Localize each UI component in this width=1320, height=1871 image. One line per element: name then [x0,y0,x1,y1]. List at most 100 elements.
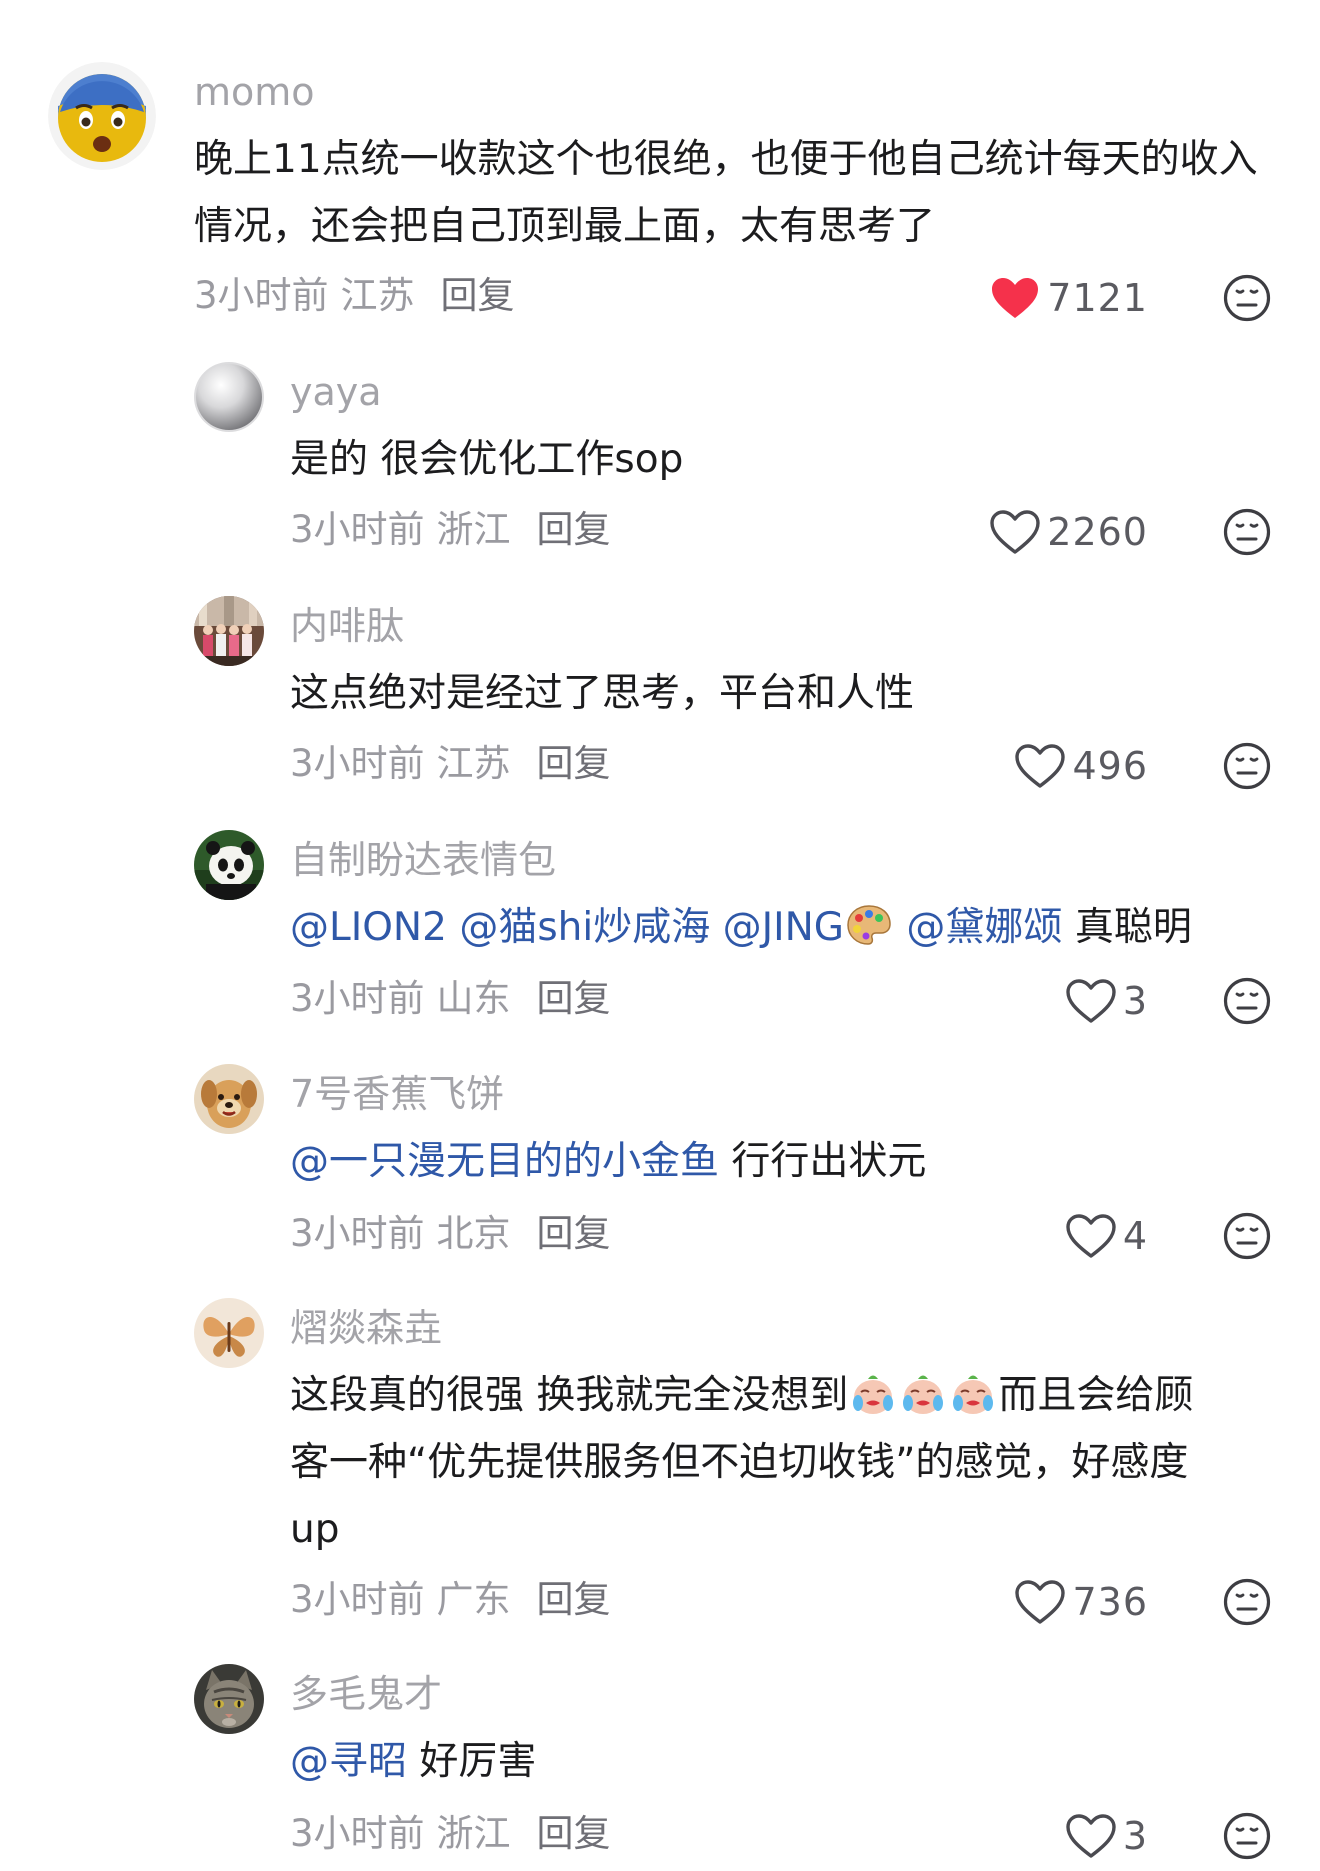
like-button[interactable]: 7121 [978,270,1148,326]
comment-meta: 3小时前 浙江 回复 [290,1810,611,1858]
panda-avatar-icon [194,830,264,900]
heart-outline-icon [1065,1213,1117,1259]
avatar[interactable] [194,1064,264,1134]
dislike-face-icon[interactable] [1222,1577,1272,1627]
crying-face-emoji-icon [848,1370,898,1416]
reply-button[interactable]: 回复 [441,274,515,317]
comment-meta: 3小时前 广东 回复 [290,1576,611,1624]
comment-text-part: up [290,1507,340,1552]
username[interactable]: 7号香蕉飞饼 [290,1070,504,1118]
heart-filled-icon [989,275,1041,321]
comment-time: 3小时前 [290,977,425,1020]
comment-time: 3小时前 [290,1578,425,1621]
reply-button[interactable]: 回复 [537,1578,611,1621]
dislike-face-icon[interactable] [1222,1811,1272,1861]
comment-text: 是的 很会优化工作sop [290,437,684,482]
group-photo-avatar-icon [194,596,264,666]
dislike-face-icon[interactable] [1222,741,1272,791]
butterfly-avatar-icon [194,1298,264,1368]
cat-avatar-icon [194,1664,264,1734]
dislike-face-icon[interactable] [1222,1211,1272,1261]
comment-text-part: 而且会给顾 [998,1373,1194,1418]
like-count: 736 [1072,1580,1148,1624]
mention-link[interactable]: @寻昭 [290,1739,407,1784]
crying-face-emoji-icon [898,1370,948,1416]
like-count: 7121 [1047,276,1148,320]
like-button[interactable]: 496 [978,738,1148,794]
comment-text: @LION2 @猫shi炒咸海 @JING @黛娜颂 真聪明 [290,894,1290,961]
avatar[interactable] [194,1298,264,1368]
comment-text-part: 客一种“优先提供服务但不迫切收钱”的感觉，好感度 [290,1440,1189,1485]
comment-time: 3小时前 [194,274,329,317]
username[interactable]: 自制盼达表情包 [290,836,556,884]
reply-button[interactable]: 回复 [537,1212,611,1255]
comment-location: 浙江 [436,508,511,551]
comment-text-part: 这段真的很强 换我就完全没想到 [290,1373,849,1418]
like-count: 3 [1122,1814,1148,1858]
username[interactable]: yaya [290,368,382,416]
comment-location: 山东 [436,977,511,1020]
comment-text: 这点绝对是经过了思考，平台和人性 [290,671,915,716]
crying-face-emoji-icon [948,1370,998,1416]
mention-link[interactable]: @黛娜颂 [906,905,1062,950]
dislike-face-icon[interactable] [1222,976,1272,1026]
comment-text-tail: 好厉害 [419,1739,537,1784]
like-button[interactable]: 3 [978,973,1148,1029]
comment-time: 3小时前 [290,742,425,785]
username[interactable]: 熠燚森垚 [290,1304,442,1352]
dislike-face-icon[interactable] [1222,507,1272,557]
reply-button[interactable]: 回复 [537,742,611,785]
palette-emoji-icon [844,902,894,948]
mention-link[interactable]: @JING [723,905,844,950]
comment-text: 晚上11点统一收款这个也很绝，也便于他自己统计每天的收入情况，还会把自己顶到最上… [194,137,1258,249]
comment-meta: 3小时前 浙江 回复 [290,506,611,554]
comment-time: 3小时前 [290,1812,425,1855]
comment-text-tail: 行行出状元 [731,1139,927,1184]
avatar[interactable] [194,596,264,666]
heart-outline-icon [1065,978,1117,1024]
reply-button[interactable]: 回复 [537,1812,611,1855]
like-count: 4 [1122,1214,1148,1258]
dislike-face-icon[interactable] [1222,273,1272,323]
heart-outline-icon [1014,743,1066,789]
avatar[interactable] [194,830,264,900]
like-count: 2260 [1047,510,1148,554]
like-button[interactable]: 736 [978,1574,1148,1630]
username[interactable]: momo [194,68,315,116]
comment-text: @一只漫无目的的小金鱼 行行出状元 [290,1128,1290,1195]
comment-location: 江苏 [436,742,511,785]
comment-location: 北京 [436,1212,511,1255]
comment-text-tail: 真聪明 [1074,905,1192,950]
avatar[interactable] [194,362,264,432]
like-button[interactable]: 4 [978,1208,1148,1264]
like-count: 496 [1072,744,1148,788]
fearful-face-emoji-icon [48,62,156,170]
comment-location: 广东 [436,1578,511,1621]
comment-text: @寻昭 好厉害 [290,1728,1290,1795]
comment-meta: 3小时前 山东 回复 [290,975,611,1023]
mention-link[interactable]: @LION2 [290,905,447,950]
avatar[interactable] [194,1664,264,1734]
comment-text: 这段真的很强 换我就完全没想到 而且会给顾客一种“优先提供服务但不迫切收钱”的感觉… [290,1362,1290,1563]
comment-meta: 3小时前 江苏 回复 [290,740,611,788]
pearl-avatar-icon [194,362,264,432]
heart-outline-icon [1065,1813,1117,1859]
avatar[interactable] [48,62,156,170]
like-count: 3 [1122,979,1148,1023]
comment-location: 浙江 [436,1812,511,1855]
like-button[interactable]: 3 [978,1808,1148,1864]
comment-time: 3小时前 [290,1212,425,1255]
comment-time: 3小时前 [290,508,425,551]
comment-location: 江苏 [340,274,415,317]
comment-meta: 3小时前 北京 回复 [290,1210,611,1258]
reply-button[interactable]: 回复 [537,977,611,1020]
comment-meta: 3小时前 江苏 回复 [194,272,515,320]
username[interactable]: 多毛鬼才 [290,1670,442,1718]
mention-link[interactable]: @猫shi炒咸海 [459,905,710,950]
heart-outline-icon [1014,1579,1066,1625]
mention-link[interactable]: @一只漫无目的的小金鱼 [290,1139,719,1184]
reply-button[interactable]: 回复 [537,508,611,551]
username[interactable]: 内啡肽 [290,602,404,650]
toy-dog-avatar-icon [194,1064,264,1134]
like-button[interactable]: 2260 [978,504,1148,560]
